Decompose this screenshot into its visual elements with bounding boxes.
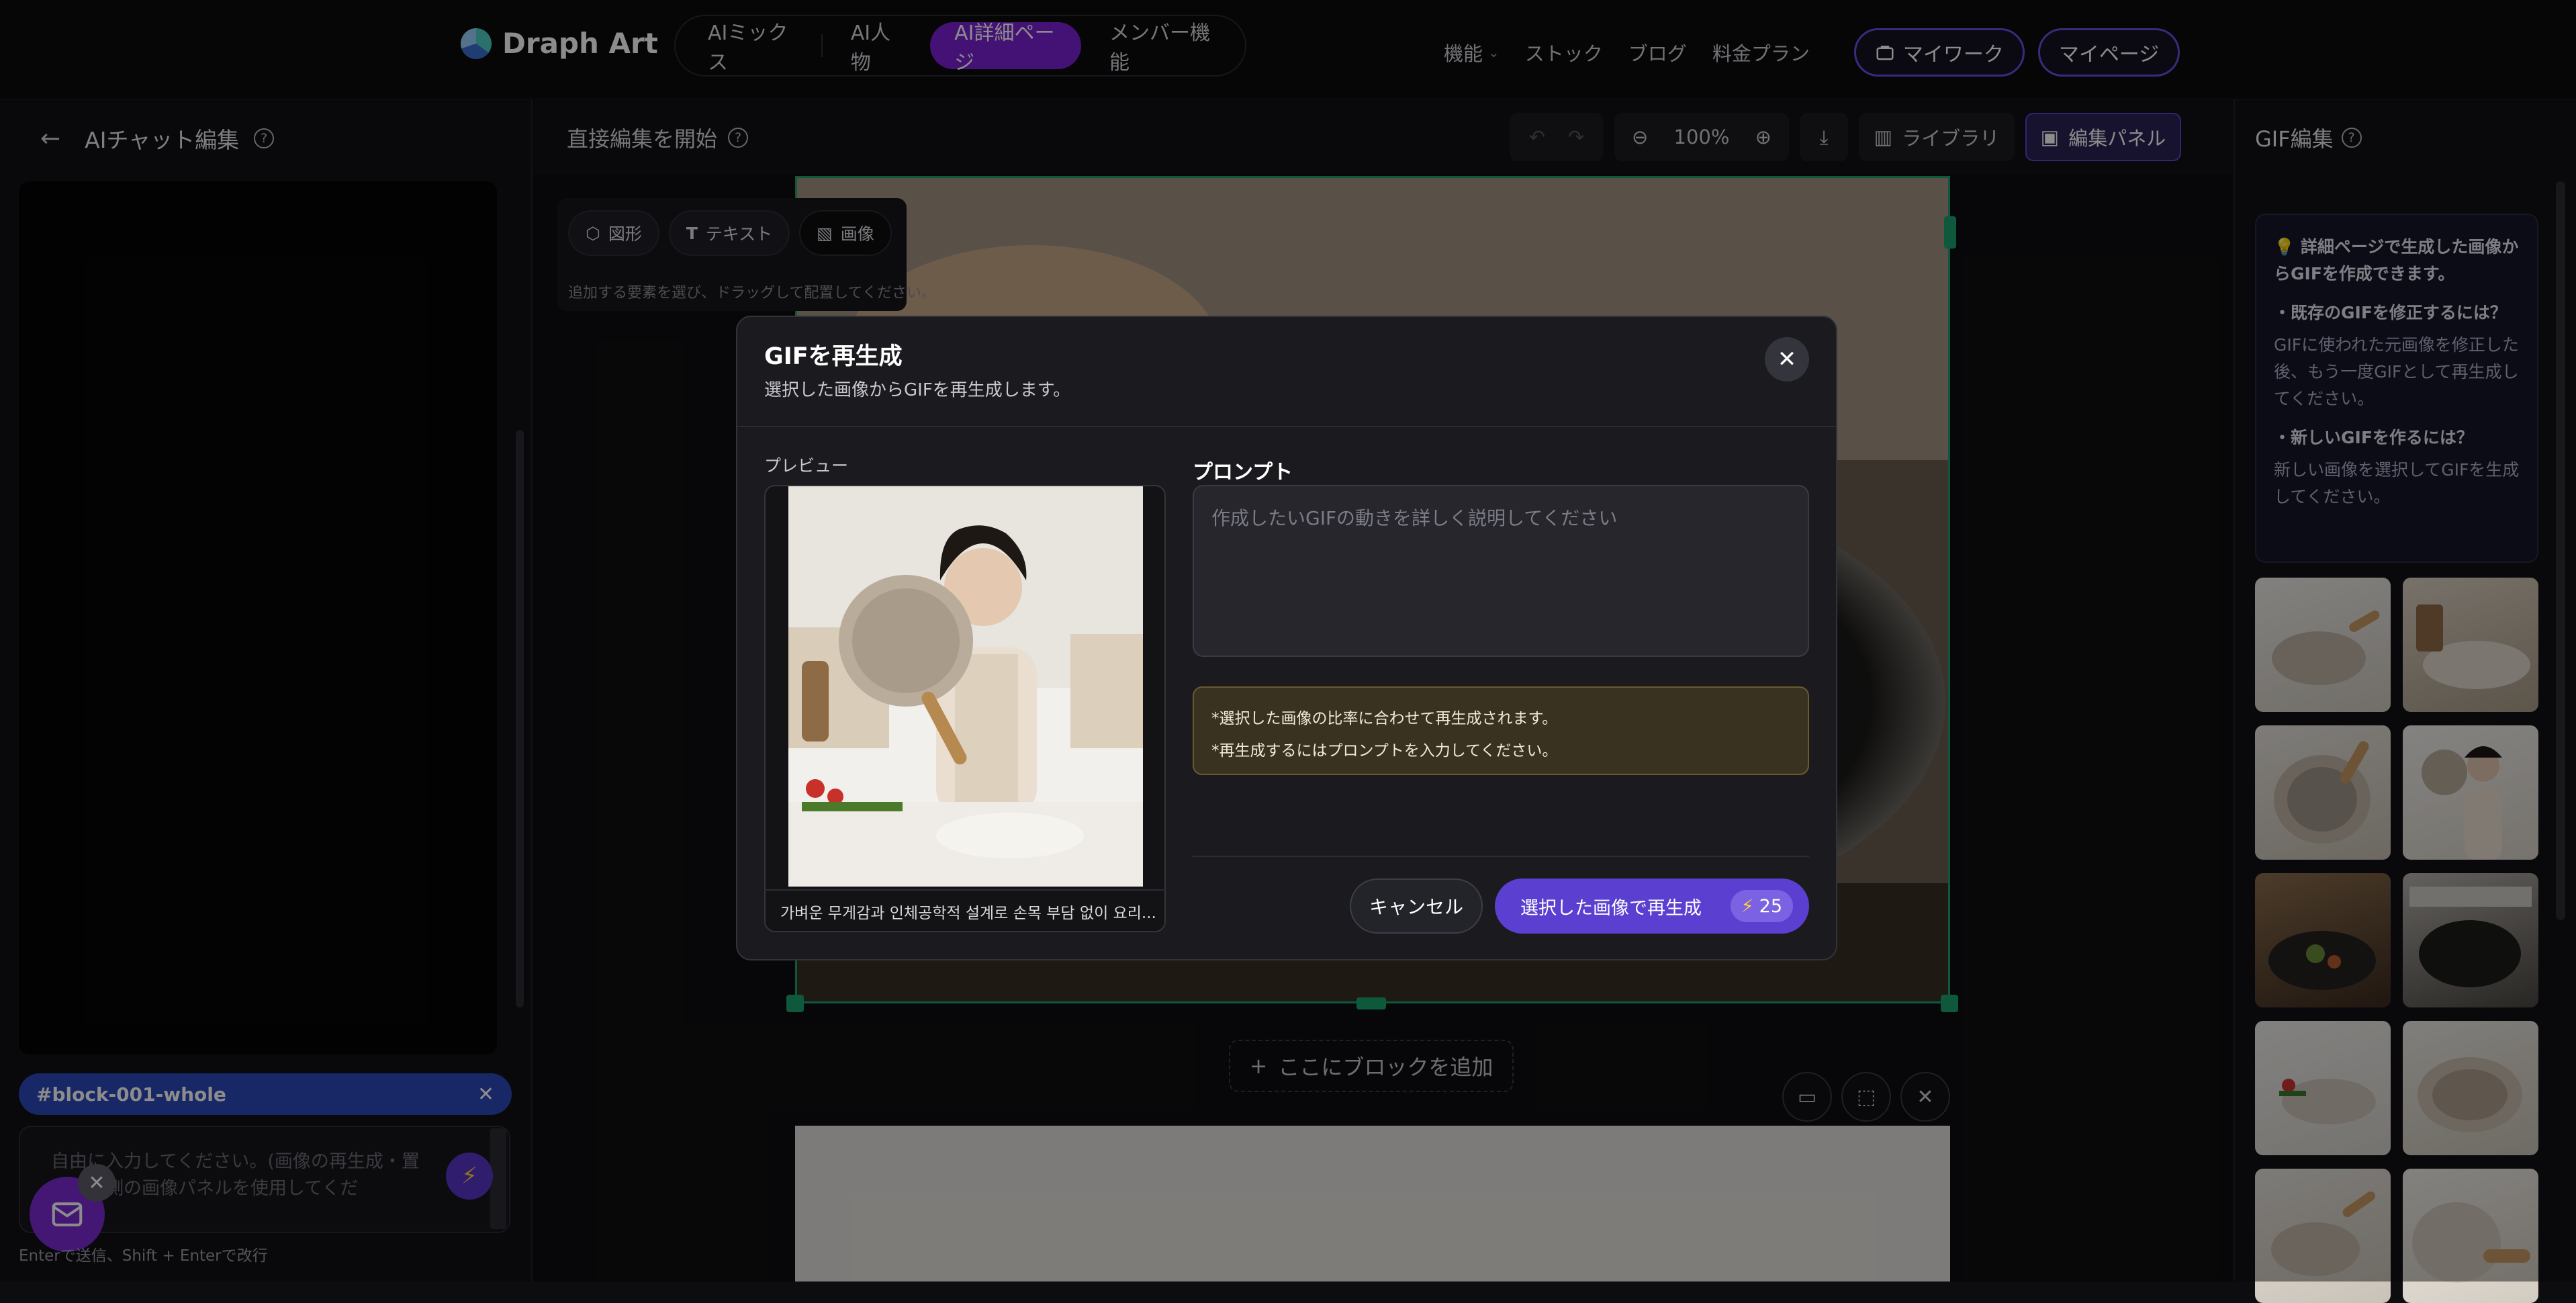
preview-image: [788, 486, 1143, 887]
prompt-textarea[interactable]: [1193, 485, 1809, 657]
lightning-icon: ⚡: [1741, 895, 1754, 917]
modal-title: GIFを再生成: [764, 343, 903, 370]
prompt-label: プロンプト: [1193, 461, 1293, 484]
notice-box: *選択した画像の比率に合わせて再生成されます。 *再生成するにはプロンプトを入力…: [1193, 686, 1809, 775]
regenerate-button[interactable]: 選択した画像で再生成 ⚡ 25: [1495, 879, 1809, 934]
notice-prompt-required: *再生成するにはプロンプトを入力してください。: [1211, 742, 1558, 760]
woman-holding-pan-image: [788, 486, 1143, 887]
notice-ratio: *選択した画像の比率に合わせて再生成されます。: [1211, 710, 1558, 727]
modal-divider: [737, 426, 1836, 427]
credit-count: 25: [1759, 895, 1782, 917]
preview-label: プレビュー: [764, 456, 849, 476]
modal-subtitle: 選択した画像からGIFを再生成します。: [764, 380, 1071, 400]
close-icon: ✕: [1777, 346, 1797, 373]
credit-badge: ⚡ 25: [1730, 890, 1793, 922]
cancel-button[interactable]: キャンセル: [1350, 879, 1483, 934]
modal-close-button[interactable]: ✕: [1765, 337, 1809, 381]
modal-footer-divider: [1193, 856, 1809, 857]
regenerate-label: 選択した画像で再生成: [1520, 897, 1702, 919]
preview-caption: 가벼운 무게감과 인체공학적 설계로 손목 부담 없이 요리...: [764, 889, 1166, 932]
